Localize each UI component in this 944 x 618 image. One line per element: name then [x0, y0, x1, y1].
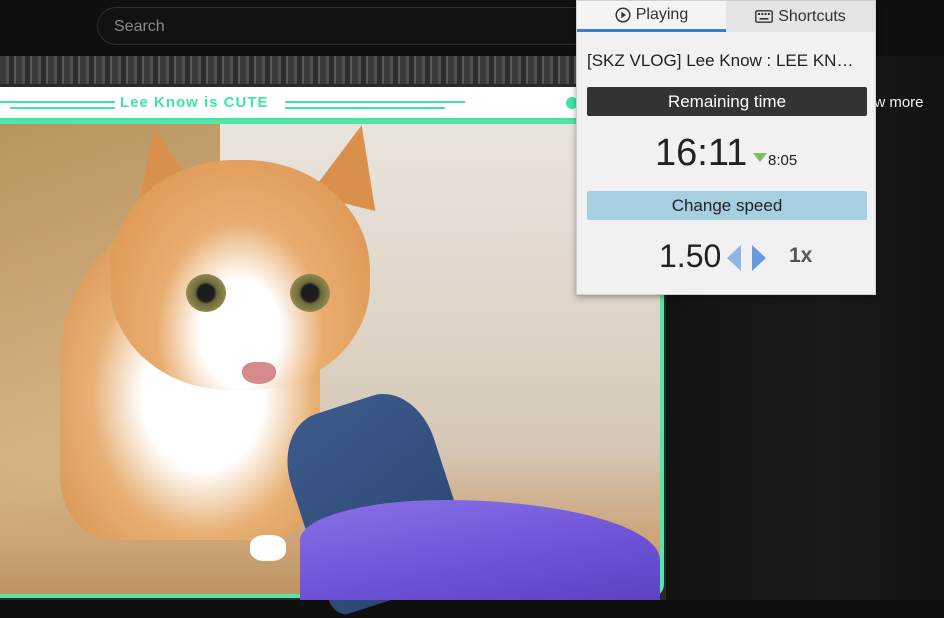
speed-value: 1.50 [659, 238, 722, 274]
cat-nose [242, 362, 276, 384]
cat-head [110, 160, 370, 390]
play-circle-icon [615, 7, 631, 23]
change-speed-header: Change speed [587, 191, 867, 220]
time-saved-down-icon [753, 153, 767, 162]
reset-speed-button[interactable]: 1x [789, 244, 812, 268]
remaining-time-header: Remaining time [587, 87, 867, 116]
cat-right-eye [290, 274, 330, 312]
tab-playing[interactable]: Playing [577, 1, 726, 32]
time-saved-value: 8:05 [768, 152, 798, 169]
popup-tabs: Playing Shortcuts [577, 1, 875, 32]
tab-shortcuts[interactable]: Shortcuts [726, 1, 875, 32]
remaining-time-value: 16:11 [655, 132, 748, 174]
keyboard-icon [755, 10, 774, 23]
banner-text: Lee Know is CUTE [120, 94, 269, 111]
cat-paw [250, 535, 286, 561]
video-title: [SKZ VLOG] Lee Know : LEE KN… [587, 51, 854, 70]
search-input[interactable]: Search [97, 7, 617, 45]
tab-playing-label: Playing [635, 6, 689, 23]
decrease-speed-arrow-icon[interactable] [727, 245, 741, 271]
increase-speed-arrow-icon[interactable] [752, 245, 766, 271]
video-banner: Lee Know is CUTE [0, 87, 590, 121]
video-glitch-strip [0, 56, 666, 84]
speed-extension-popup: Playing Shortcuts [SKZ VLOG] Lee Know : … [576, 0, 876, 295]
tab-shortcuts-label: Shortcuts [778, 7, 846, 25]
cat-left-eye [186, 274, 226, 312]
search-placeholder: Search [114, 18, 165, 35]
